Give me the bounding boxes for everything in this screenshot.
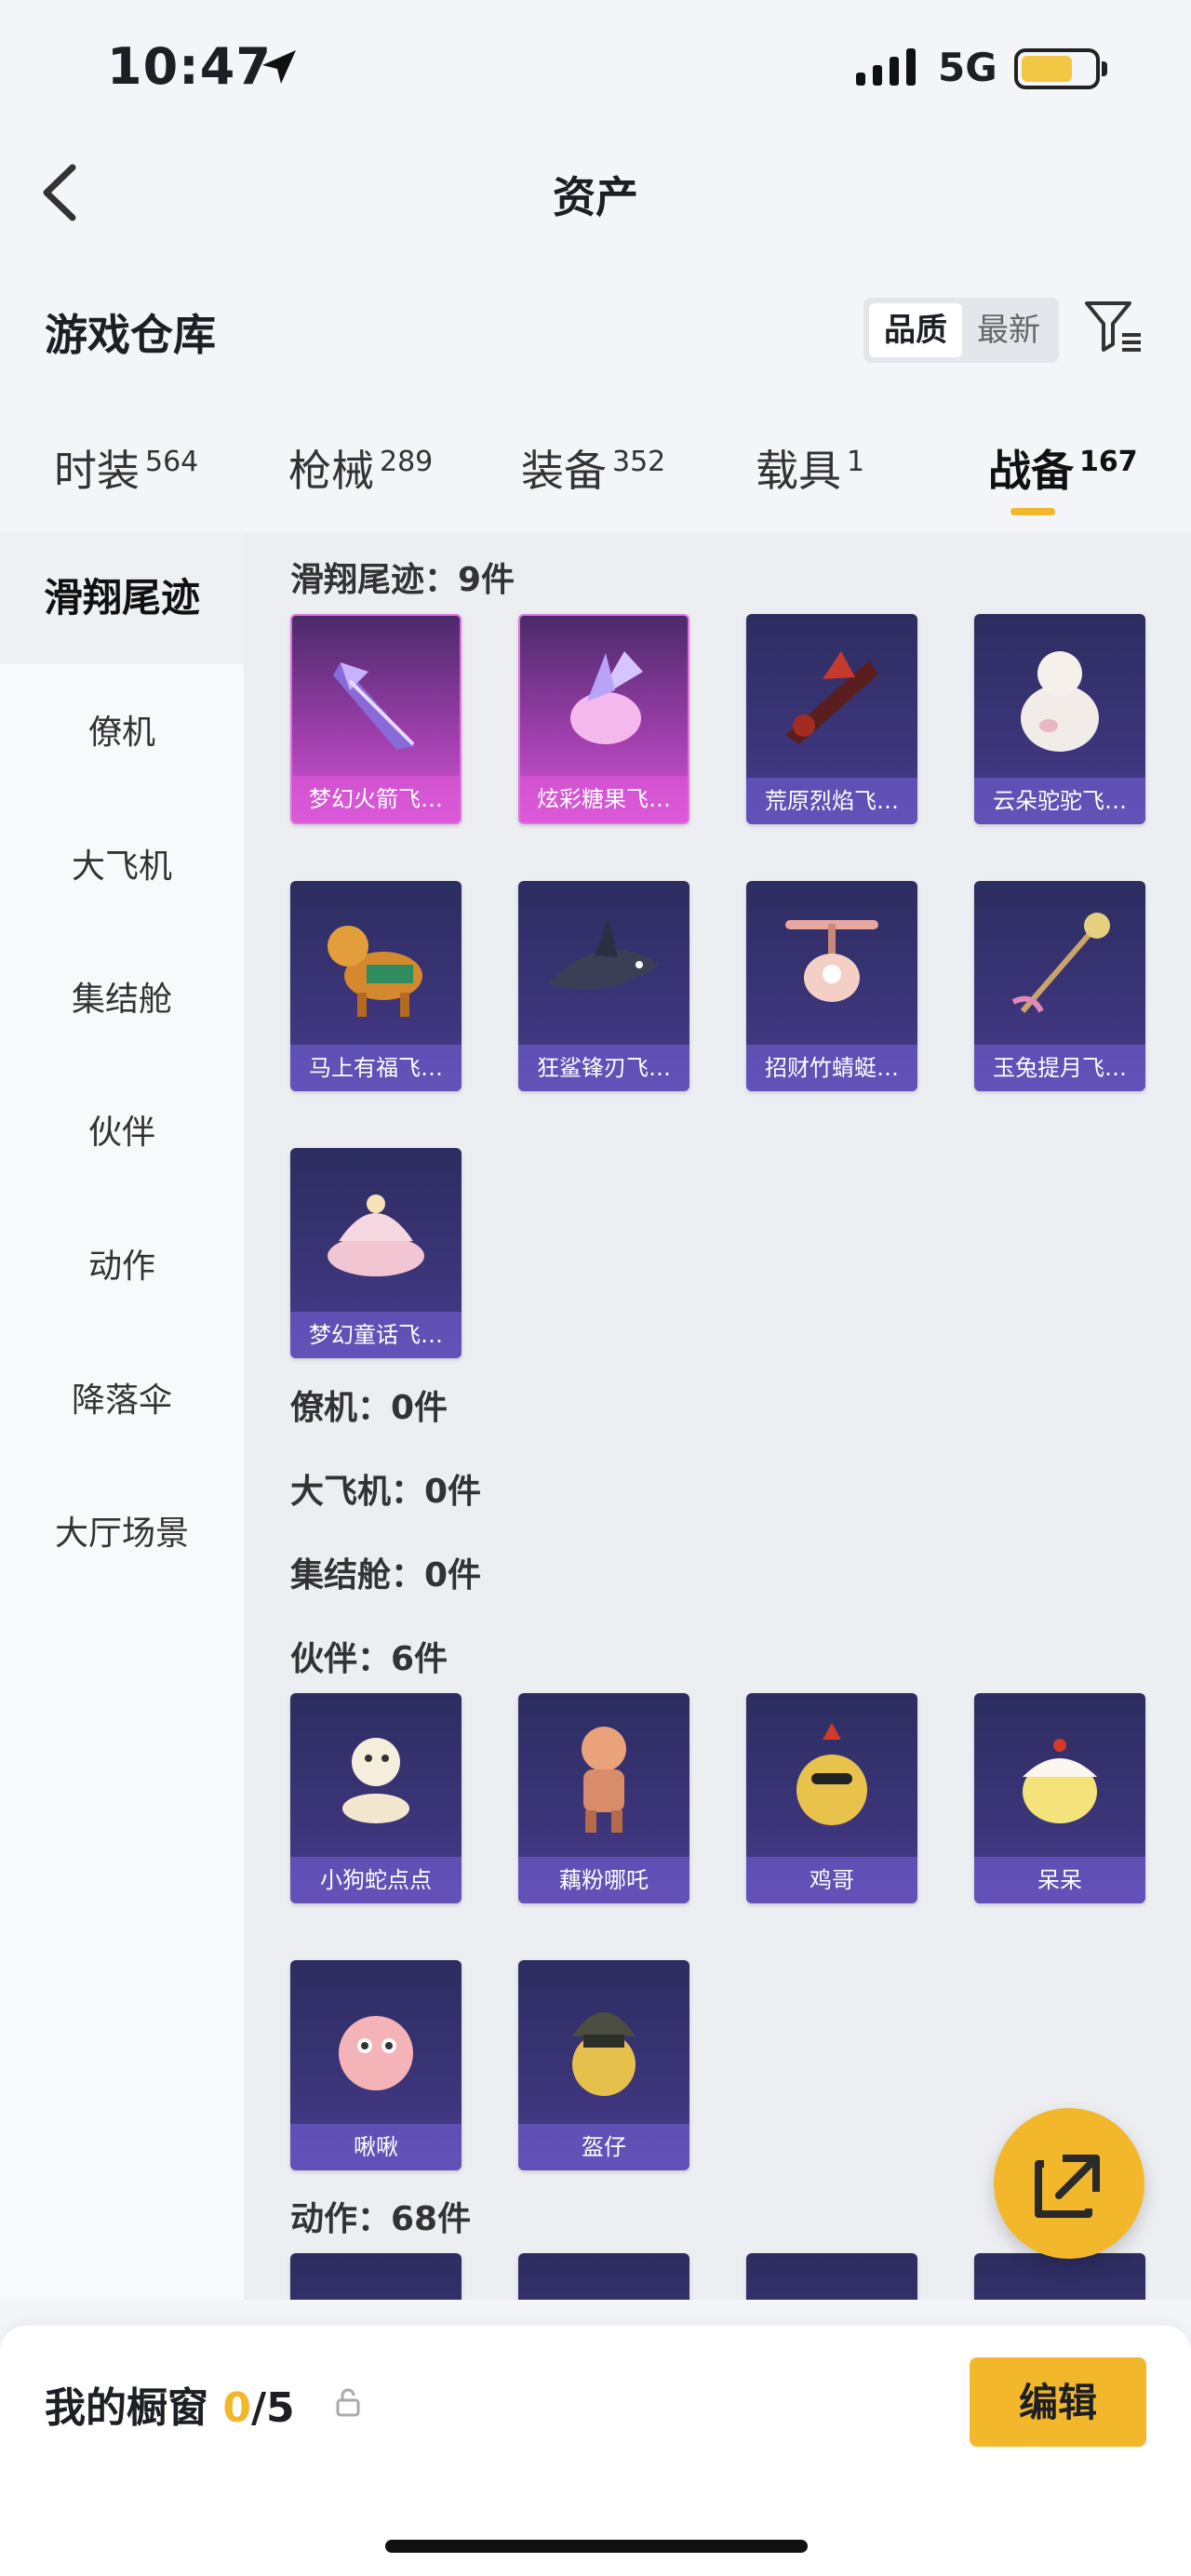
item-name: 呆呆	[974, 1857, 1145, 1903]
sidebar-item-plane[interactable]: 大飞机	[0, 839, 244, 888]
category-heading-pod: 集结舱：0件	[290, 1556, 482, 1595]
candy-glider-art	[570, 651, 643, 744]
category-heading-action: 动作：68件	[290, 2200, 472, 2238]
item-name: 云朵驼驼飞…	[974, 778, 1145, 824]
item-card[interactable]	[974, 2253, 1145, 2300]
daidai-art	[1023, 1739, 1097, 1823]
showcase-count: 0/5	[222, 2384, 295, 2432]
item-name: 炫彩糖果飞…	[520, 776, 688, 822]
item-name: 招财竹蜻蜓…	[746, 1045, 917, 1091]
sidebar-item-parachute[interactable]: 降落伞	[0, 1373, 244, 1421]
section-title: 游戏仓库	[45, 310, 216, 360]
category-heading-glide: 滑翔尾迹：9件	[290, 561, 515, 599]
item-card[interactable]: 招财竹蜻蜓…	[746, 881, 917, 1091]
sort-newest-button[interactable]: 最新	[962, 303, 1055, 357]
showcase-label: 我的橱窗 0/5	[45, 2384, 295, 2432]
item-card[interactable]: 鸡哥	[746, 1693, 917, 1903]
rocket-glider-art	[333, 662, 415, 750]
sort-quality-button[interactable]: 品质	[869, 303, 962, 357]
sidebar-item-lobby[interactable]: 大厅场景	[0, 1506, 244, 1555]
category-heading-partner: 伙伴：6件	[290, 1640, 448, 1678]
item-card[interactable]: 玉兔提月飞…	[974, 881, 1145, 1091]
category-sidebar: 滑翔尾迹 僚机 大飞机 集结舱 伙伴 动作 降落伞 大厅场景	[0, 532, 244, 2300]
chicken-art	[796, 1723, 867, 1825]
item-name: 盔仔	[518, 2124, 689, 2170]
horse-glider-art	[328, 926, 422, 1017]
battery-tip	[1102, 61, 1107, 76]
item-card[interactable]: 梦幻童话飞…	[290, 1148, 462, 1358]
share-icon	[1035, 2155, 1100, 2218]
rabbit-glider-art	[1011, 913, 1110, 1013]
battery-icon	[1014, 48, 1100, 89]
item-name: 梦幻童话飞…	[290, 1312, 462, 1358]
item-content: 滑翔尾迹：9件 梦幻火箭飞… 炫彩糖果飞… 荒原烈焰飞… 云朵驼驼飞… 马上有福…	[244, 532, 1191, 2300]
tab-guns[interactable]: 枪械 289	[288, 437, 433, 499]
item-card[interactable]: 马上有福飞…	[290, 881, 462, 1091]
tab-fashion[interactable]: 时装 564	[54, 437, 198, 499]
edit-button[interactable]: 编辑	[970, 2357, 1146, 2447]
status-time: 10:47	[107, 37, 272, 96]
fairytale-glider-art	[328, 1195, 424, 1276]
item-card[interactable]	[290, 2253, 462, 2300]
tab-gear[interactable]: 装备 352	[521, 437, 665, 499]
signal-icon	[856, 48, 916, 86]
sidebar-item-glide[interactable]: 滑翔尾迹	[0, 532, 244, 664]
item-card[interactable]: 梦幻火箭飞…	[290, 614, 462, 824]
item-card[interactable]: 盔仔	[518, 1960, 689, 2170]
network-label: 5G	[938, 45, 997, 90]
item-name: 玉兔提月飞…	[974, 1045, 1145, 1091]
dragonfly-glider-art	[785, 920, 878, 1002]
share-button[interactable]	[994, 2108, 1144, 2259]
item-name: 小狗蛇点点	[290, 1857, 462, 1903]
item-card[interactable]: 荒原烈焰飞…	[746, 614, 917, 824]
item-card[interactable]	[518, 2253, 689, 2300]
item-name: 马上有福飞…	[290, 1045, 462, 1091]
flame-glider-art	[785, 651, 878, 744]
item-card[interactable]: 炫彩糖果飞…	[518, 614, 689, 824]
jiujiu-art	[339, 2016, 413, 2090]
sidebar-item-pod[interactable]: 集结舱	[0, 972, 244, 1021]
sort-toggle: 品质 最新	[863, 298, 1059, 363]
item-name: 啾啾	[290, 2124, 462, 2170]
item-name: 藕粉哪吒	[518, 1857, 689, 1903]
item-name: 狂鲨锋刃飞…	[518, 1045, 689, 1091]
category-heading-plane: 大飞机：0件	[290, 1473, 482, 1511]
item-card[interactable]: 狂鲨锋刃飞…	[518, 881, 689, 1091]
page-title: 资产	[553, 172, 638, 222]
active-tab-indicator	[1010, 508, 1055, 515]
item-card[interactable]: 云朵驼驼飞…	[974, 614, 1145, 824]
tab-vehicles[interactable]: 载具 1	[756, 437, 864, 499]
item-card[interactable]	[746, 2253, 917, 2300]
nezha-art	[582, 1727, 626, 1833]
sidebar-item-partner[interactable]: 伙伴	[0, 1105, 244, 1154]
shark-glider-art	[548, 918, 660, 990]
category-heading-wingman: 僚机：0件	[290, 1389, 448, 1427]
home-indicator	[385, 2540, 808, 2553]
item-card[interactable]: 藕粉哪吒	[518, 1693, 689, 1903]
item-name: 梦幻火箭飞…	[292, 776, 460, 822]
alpaca-glider-art	[1021, 651, 1099, 752]
filter-icon[interactable]	[1083, 298, 1144, 359]
item-card[interactable]: 小狗蛇点点	[290, 1693, 462, 1903]
tab-supplies[interactable]: 战备 167	[988, 437, 1138, 499]
sidebar-item-wingman[interactable]: 僚机	[0, 705, 244, 754]
lock-icon	[336, 2388, 360, 2417]
item-card[interactable]: 呆呆	[974, 1693, 1145, 1903]
item-name: 荒原烈焰飞…	[746, 778, 917, 824]
item-card[interactable]: 啾啾	[290, 1960, 462, 2170]
helmet-chick-art	[572, 2012, 636, 2096]
puppy-snake-art	[342, 1738, 409, 1823]
location-arrow-icon	[262, 50, 296, 84]
item-name: 鸡哥	[746, 1857, 917, 1903]
sidebar-item-action[interactable]: 动作	[0, 1239, 244, 1288]
